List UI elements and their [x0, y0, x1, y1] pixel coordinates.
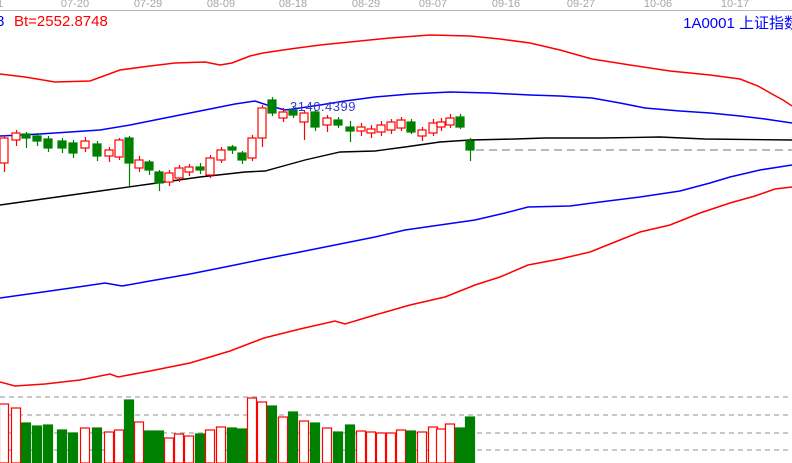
volume-bar — [165, 438, 174, 463]
candle-body — [437, 122, 445, 127]
candle-body — [206, 158, 214, 175]
volume-bar — [311, 423, 320, 463]
candle-body — [155, 172, 163, 183]
candle-body — [300, 113, 308, 122]
candle-body — [323, 118, 331, 125]
volume-bar — [33, 426, 42, 463]
candle-body — [387, 122, 395, 130]
volume-bar — [115, 430, 124, 463]
candle-body — [258, 108, 266, 138]
candle-body — [418, 130, 426, 136]
volume-bar — [334, 432, 343, 463]
volume-bar — [418, 432, 427, 463]
candle-body — [429, 123, 437, 133]
chart-canvas[interactable] — [0, 0, 792, 463]
volume-bar — [437, 429, 446, 463]
candle-body — [407, 122, 415, 132]
volume-bar — [367, 432, 376, 463]
candle-body — [12, 133, 20, 140]
volume-bar — [22, 423, 31, 463]
candle-body — [93, 144, 101, 156]
candle-body — [248, 138, 256, 158]
volume-bar — [323, 428, 332, 463]
volume-bar — [346, 425, 355, 463]
candle-body — [44, 139, 52, 148]
candle-body — [185, 167, 193, 172]
volume-bar — [135, 422, 144, 463]
volume-bar — [93, 428, 102, 463]
candle-body — [311, 112, 319, 127]
candle-body — [466, 141, 474, 150]
volume-bar — [44, 425, 53, 463]
candle-body — [165, 173, 173, 182]
volume-bar — [446, 424, 455, 463]
candle-body — [346, 127, 354, 131]
volume-bar — [238, 429, 247, 463]
volume-bar — [456, 428, 465, 463]
volume-bar — [105, 432, 114, 463]
candle-body — [446, 118, 454, 125]
volume-bar — [206, 430, 215, 463]
volume-bar — [397, 430, 406, 463]
volume-bar — [12, 408, 21, 463]
volume-bar — [407, 431, 416, 463]
candle-body — [397, 120, 405, 128]
stock-chart-window: 1 07-2007-2908-0908-1808-2909-0709-1609-… — [0, 0, 792, 463]
candle-body — [0, 138, 8, 163]
volume-bar — [196, 434, 205, 463]
candle-body — [115, 140, 123, 157]
price-callout-label: 3140.4399 — [290, 99, 356, 114]
band-lower-blue — [0, 165, 792, 298]
candle-body — [105, 150, 113, 156]
candle-body — [81, 141, 89, 148]
band-upper-blue — [0, 92, 792, 136]
volume-bar — [268, 406, 277, 463]
candle-body — [125, 138, 133, 163]
volume-bar — [155, 431, 164, 463]
volume-bar — [300, 421, 309, 463]
candle-body — [334, 120, 342, 125]
candle-body — [279, 112, 287, 118]
volume-bar — [357, 431, 366, 463]
volume-bar — [228, 428, 237, 463]
volume-bar — [58, 430, 67, 463]
volume-bar — [279, 417, 288, 463]
volume-bar — [0, 404, 9, 463]
candle-body — [367, 129, 375, 133]
volume-bar — [217, 427, 226, 463]
candle-body — [69, 143, 77, 153]
candle-body — [58, 141, 66, 148]
volume-bar — [248, 398, 257, 463]
candle-body — [268, 100, 276, 113]
candle-body — [145, 162, 153, 170]
volume-bar — [145, 431, 154, 463]
volume-bar — [466, 417, 475, 463]
volume-bar — [125, 400, 134, 463]
band-lower-red — [0, 187, 792, 386]
candle-body — [238, 153, 246, 160]
candle-body — [33, 136, 41, 141]
candle-body — [135, 160, 143, 168]
volume-bar — [289, 412, 298, 463]
candle-body — [228, 147, 236, 150]
volume-bar — [258, 402, 267, 463]
candle-body — [377, 125, 385, 132]
volume-bar — [377, 433, 386, 463]
candle-body — [357, 127, 365, 131]
volume-bar — [175, 434, 184, 463]
volume-bar — [185, 436, 194, 463]
volume-bar — [69, 433, 78, 463]
candle-body — [196, 167, 204, 170]
volume-bar — [81, 428, 90, 463]
candle-body — [175, 168, 183, 178]
candle-body — [456, 117, 464, 127]
candle-body — [217, 150, 225, 160]
candle-body — [22, 134, 30, 138]
volume-bar — [387, 433, 396, 463]
